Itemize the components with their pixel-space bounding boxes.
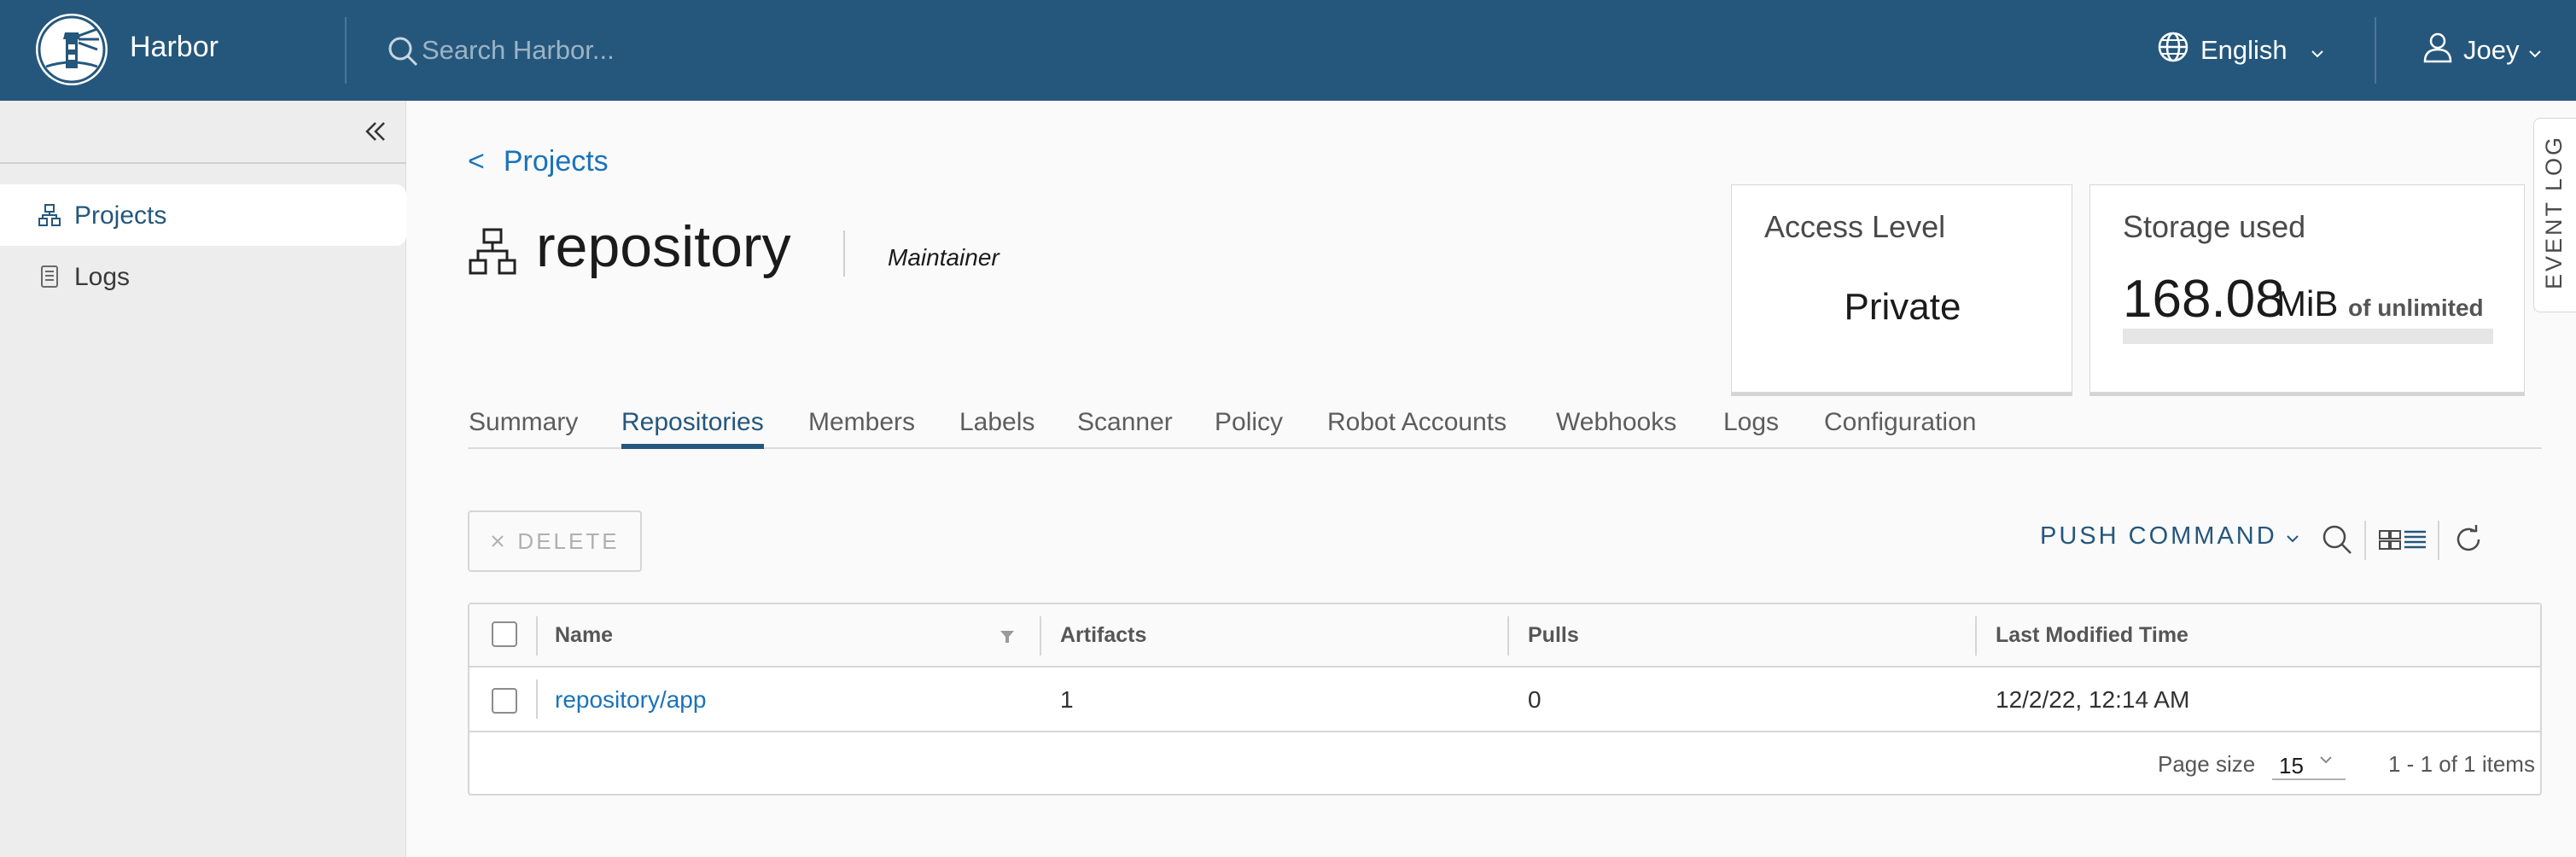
delete-button[interactable]: DELETE [468,510,642,572]
sidebar-item-label: Projects [74,201,167,230]
column-header-artifacts[interactable]: Artifacts [1060,623,1146,648]
storage-title: Storage used [2123,209,2306,244]
toolbar-divider [2364,521,2366,560]
tab-logs[interactable]: Logs [1723,408,1779,437]
title-divider [843,230,845,277]
tab-configuration[interactable]: Configuration [1824,408,1976,437]
column-header-last-modified[interactable]: Last Modified Time [1996,623,2188,648]
repositories-table: Name Artifacts Pulls Last Modified Time … [468,603,2542,796]
breadcrumb[interactable]: < Projects [468,145,609,178]
tab-webhooks[interactable]: Webhooks [1556,408,1676,437]
language-label: English [2200,35,2288,65]
chevron-down-icon [2320,756,2332,764]
select-all-checkbox[interactable] [492,621,517,647]
header-divider [345,17,347,84]
language-dropdown[interactable]: English [2156,31,2325,70]
column-header-name[interactable]: Name [555,623,613,648]
access-level-title: Access Level [1764,209,1946,244]
tab-policy[interactable]: Policy [1215,408,1283,437]
tab-members[interactable]: Members [808,408,915,437]
table-row[interactable]: repository/app 1 0 12/2/22, 12:14 AM [469,668,2540,732]
filter-icon[interactable] [999,628,1016,650]
storage-card: Storage used 168.08 MiB of unlimited [2089,184,2525,393]
harbor-logo[interactable] [36,14,108,85]
projects-icon [38,203,61,227]
column-divider [1040,616,1041,656]
row-checkbox[interactable] [492,688,517,714]
tab-summary[interactable]: Summary [469,408,578,437]
tab-repositories[interactable]: Repositories [621,408,764,437]
repository-name-link[interactable]: repository/app [555,686,706,714]
chevron-down-icon [2286,522,2299,551]
sidebar: Projects Logs [0,101,406,857]
last-modified-time: 12/2/22, 12:14 AM [1996,686,2190,713]
push-command-dropdown[interactable]: PUSH COMMAND [2040,522,2299,551]
close-icon [490,528,505,555]
active-tab-indicator [621,444,764,449]
chevron-down-icon [2527,35,2543,66]
column-header-pulls[interactable]: Pulls [1528,623,1579,648]
globe-icon [2156,30,2190,71]
sidebar-item-projects[interactable]: Projects [0,184,406,246]
refresh-icon[interactable] [2451,522,2486,557]
user-name: Joey [2463,35,2520,65]
storage-unit: MiB [2276,283,2339,324]
view-toggle-icon[interactable] [2376,522,2429,557]
page-size-label: Page size [2158,751,2256,777]
table-footer: Page size 15 1 - 1 of 1 items [469,732,2540,794]
toolbar-divider [2438,521,2439,560]
search-input[interactable] [422,31,1019,70]
sidebar-item-logs[interactable]: Logs [0,246,406,307]
event-log-label: EVENT LOG [2541,134,2567,289]
app-title[interactable]: Harbor [130,31,219,64]
event-log-tab[interactable]: EVENT LOG [2533,118,2576,312]
column-divider [536,616,538,656]
project-tabs: Summary Repositories Members Labels Scan… [468,401,2542,449]
header-divider [2375,17,2376,84]
role-label: Maintainer [888,244,1000,271]
column-divider [536,679,538,719]
page-title: repository [536,214,791,279]
access-level-card: Access Level Private [1731,184,2072,393]
logs-icon [38,265,61,289]
sidebar-item-label: Logs [74,263,131,291]
storage-progress-bar [2123,329,2493,344]
access-level-value: Private [1844,286,1961,328]
user-menu[interactable]: Joey [2421,31,2543,70]
delete-label: DELETE [517,528,620,554]
double-chevron-left-icon[interactable] [360,116,391,147]
chevron-down-icon [2310,35,2325,66]
page-size-select[interactable]: 15 [2272,746,2346,780]
user-icon [2421,30,2455,71]
storage-limit: of unlimited [2348,294,2484,321]
tab-robot-accounts[interactable]: Robot Accounts [1327,408,1507,437]
back-arrow-icon: < [468,145,485,178]
tab-scanner[interactable]: Scanner [1077,408,1173,437]
page-size-value: 15 [2279,753,2304,778]
push-command-label: PUSH COMMAND [2040,522,2277,550]
search-icon [386,34,420,68]
top-header: Harbor English Joey [0,0,2576,101]
project-icon [468,227,517,277]
storage-amount: 168.08 [2123,270,2285,329]
search-icon[interactable] [2320,522,2354,557]
column-divider [1507,616,1509,656]
pulls-count: 0 [1528,686,1542,713]
pagination-range: 1 - 1 of 1 items [2388,751,2535,777]
column-divider [1975,616,1977,656]
tab-labels[interactable]: Labels [959,408,1034,437]
sidebar-collapse-row [0,101,406,164]
breadcrumb-projects-link[interactable]: Projects [504,145,609,178]
table-header: Name Artifacts Pulls Last Modified Time [469,604,2540,668]
artifacts-count: 1 [1060,686,1074,713]
